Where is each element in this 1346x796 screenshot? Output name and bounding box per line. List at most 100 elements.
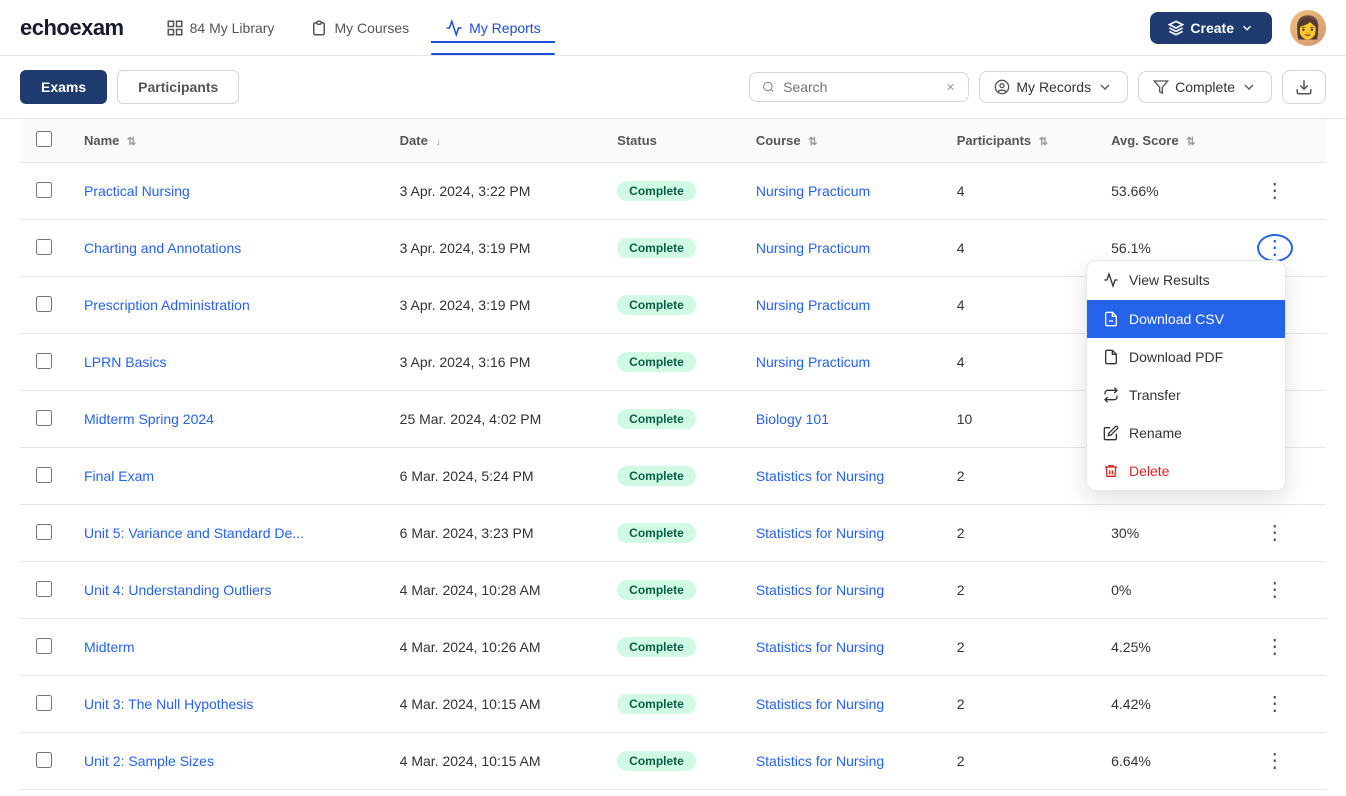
header-course[interactable]: Course ⇅ [740,119,941,163]
row-avg-score: 30% [1095,505,1241,562]
menu-item-view-results[interactable]: View Results [1087,261,1285,299]
row-course: Nursing Practicum [740,163,941,220]
row-actions: ⋮ [1241,619,1326,676]
view-results-icon [1103,272,1119,288]
exam-name-link[interactable]: Unit 2: Sample Sizes [84,753,214,769]
avatar[interactable]: 👩 [1290,10,1326,46]
header-actions [1241,119,1326,163]
row-checkbox[interactable] [36,410,52,426]
course-link[interactable]: Statistics for Nursing [756,639,884,655]
row-menu-button[interactable]: ⋮ [1257,234,1293,262]
row-date: 25 Mar. 2024, 4:02 PM [384,391,602,448]
row-name: Practical Nursing [68,163,384,220]
row-participants: 2 [941,676,1095,733]
nav-library[interactable]: 84 My Library [152,13,289,43]
course-link[interactable]: Nursing Practicum [756,297,870,313]
header-avg-score[interactable]: Avg. Score ⇅ [1095,119,1241,163]
row-course: Nursing Practicum [740,277,941,334]
complete-filter[interactable]: Complete [1138,71,1272,103]
nav-courses[interactable]: My Courses [296,13,423,43]
exam-name-link[interactable]: Charting and Annotations [84,240,241,256]
row-status: Complete [601,391,740,448]
row-checkbox[interactable] [36,296,52,312]
row-menu-button[interactable]: ⋮ [1257,747,1293,775]
row-date: 3 Apr. 2024, 3:19 PM [384,220,602,277]
header-date[interactable]: Date ↓ [384,119,602,163]
exam-name-link[interactable]: Midterm Spring 2024 [84,411,214,427]
exam-name-link[interactable]: Unit 3: The Null Hypothesis [84,696,253,712]
exam-name-link[interactable]: Practical Nursing [84,183,190,199]
row-checkbox[interactable] [36,581,52,597]
row-name: Charting and Annotations [68,220,384,277]
complete-filter-label: Complete [1175,79,1235,95]
row-course: Nursing Practicum [740,334,941,391]
header-participants[interactable]: Participants ⇅ [941,119,1095,163]
course-link[interactable]: Statistics for Nursing [756,525,884,541]
course-link[interactable]: Nursing Practicum [756,354,870,370]
row-course: Statistics for Nursing [740,562,941,619]
course-link[interactable]: Statistics for Nursing [756,696,884,712]
exam-name-link[interactable]: Midterm [84,639,135,655]
menu-item-transfer[interactable]: Transfer [1087,376,1285,414]
exam-name-link[interactable]: LPRN Basics [84,354,166,370]
course-link[interactable]: Statistics for Nursing [756,468,884,484]
exam-name-link[interactable]: Final Exam [84,468,154,484]
course-link[interactable]: Biology 101 [756,411,829,427]
exam-name-link[interactable]: Unit 4: Understanding Outliers [84,582,272,598]
exam-name-link[interactable]: Unit 5: Variance and Standard De... [84,525,304,541]
status-badge: Complete [617,352,696,372]
create-button[interactable]: Create [1150,12,1272,44]
select-all-checkbox[interactable] [36,131,52,147]
tab-participants[interactable]: Participants [117,70,239,104]
menu-item-download-pdf[interactable]: Download PDF [1087,338,1285,376]
row-checkbox[interactable] [36,638,52,654]
search-input[interactable] [783,79,937,95]
menu-item-download-csv[interactable]: Download CSV [1087,300,1285,338]
row-actions: ⋮ [1241,733,1326,790]
nav-reports[interactable]: My Reports [431,13,555,43]
menu-item-rename[interactable]: Rename [1087,414,1285,452]
course-link[interactable]: Nursing Practicum [756,183,870,199]
row-checkbox[interactable] [36,239,52,255]
row-checkbox-cell [20,448,68,505]
row-status: Complete [601,220,740,277]
row-name: Unit 3: The Null Hypothesis [68,676,384,733]
row-menu-button[interactable]: ⋮ [1257,690,1293,718]
row-checkbox[interactable] [36,695,52,711]
filter-icon [1153,79,1169,95]
search-box [749,72,969,102]
menu-item-delete[interactable]: Delete [1087,452,1285,490]
row-name: Unit 5: Variance and Standard De... [68,505,384,562]
row-status: Complete [601,277,740,334]
search-clear-icon[interactable] [945,80,956,94]
tab-exams[interactable]: Exams [20,70,107,104]
my-records-filter[interactable]: My Records [979,71,1128,103]
course-link[interactable]: Statistics for Nursing [756,582,884,598]
course-link[interactable]: Statistics for Nursing [756,753,884,769]
row-actions: ⋮ [1241,562,1326,619]
row-participants: 10 [941,391,1095,448]
header-name[interactable]: Name ⇅ [68,119,384,163]
row-menu-button[interactable]: ⋮ [1257,519,1293,547]
status-badge: Complete [617,409,696,429]
table-row: Unit 4: Understanding Outliers 4 Mar. 20… [20,562,1326,619]
row-name: Final Exam [68,448,384,505]
exam-name-link[interactable]: Prescription Administration [84,297,250,313]
row-checkbox[interactable] [36,467,52,483]
row-status: Complete [601,448,740,505]
status-badge: Complete [617,295,696,315]
row-checkbox[interactable] [36,353,52,369]
row-checkbox[interactable] [36,524,52,540]
row-menu-button[interactable]: ⋮ [1257,576,1293,604]
records-icon [994,79,1010,95]
download-button[interactable] [1282,70,1326,104]
row-checkbox[interactable] [36,182,52,198]
course-link[interactable]: Nursing Practicum [756,240,870,256]
context-menu: View Results Download CSV Download PDF T… [1086,260,1286,491]
row-checkbox[interactable] [36,752,52,768]
table-row: Midterm 4 Mar. 2024, 10:26 AM Complete S… [20,619,1326,676]
row-menu-button[interactable]: ⋮ [1257,633,1293,661]
row-menu-button[interactable]: ⋮ [1257,177,1293,205]
row-checkbox-cell [20,562,68,619]
my-records-label: My Records [1016,79,1091,95]
